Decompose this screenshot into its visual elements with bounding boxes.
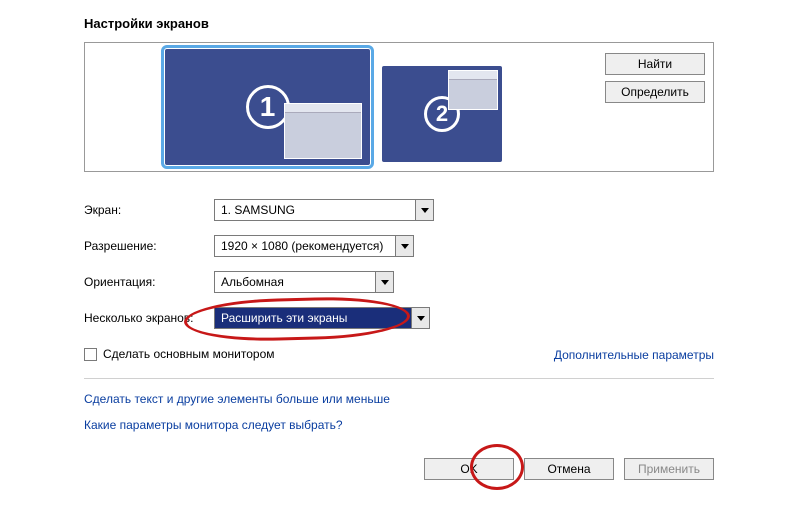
monitor-1[interactable]: 1	[165, 49, 370, 165]
chevron-down-icon	[411, 308, 429, 328]
cancel-button[interactable]: Отмена	[524, 458, 614, 480]
multiple-displays-label: Несколько экранов:	[84, 311, 214, 325]
monitor-help-link[interactable]: Какие параметры монитора следует выбрать…	[84, 418, 390, 432]
screen-select-value: 1. SAMSUNG	[215, 203, 415, 217]
make-primary-label: Сделать основным монитором	[103, 347, 275, 361]
orientation-select[interactable]: Альбомная	[214, 271, 394, 293]
ok-button[interactable]: OK	[424, 458, 514, 480]
orientation-label: Ориентация:	[84, 275, 214, 289]
settings-fields: Экран: 1. SAMSUNG Разрешение: 1920 × 108…	[84, 192, 714, 366]
screen-label: Экран:	[84, 203, 214, 217]
display-preview-area: 1 2 Найти Определить	[84, 42, 714, 172]
monitor-2[interactable]: 2	[382, 66, 502, 162]
orientation-select-value: Альбомная	[215, 275, 375, 289]
chevron-down-icon	[415, 200, 433, 220]
advanced-settings-link[interactable]: Дополнительные параметры	[554, 348, 714, 362]
find-button[interactable]: Найти	[605, 53, 705, 75]
text-size-link[interactable]: Сделать текст и другие элементы больше и…	[84, 392, 390, 406]
make-primary-checkbox[interactable]	[84, 348, 97, 361]
multiple-displays-select-value: Расширить эти экраны	[215, 311, 411, 325]
page-title: Настройки экранов	[84, 16, 209, 31]
apply-button[interactable]: Применить	[624, 458, 714, 480]
chevron-down-icon	[375, 272, 393, 292]
monitor-2-window-icon	[448, 70, 498, 110]
resolution-label: Разрешение:	[84, 239, 214, 253]
identify-button[interactable]: Определить	[605, 81, 705, 103]
divider	[84, 378, 714, 379]
resolution-select-value: 1920 × 1080 (рекомендуется)	[215, 239, 395, 253]
screen-select[interactable]: 1. SAMSUNG	[214, 199, 434, 221]
multiple-displays-select[interactable]: Расширить эти экраны	[214, 307, 430, 329]
monitor-1-number: 1	[246, 85, 290, 129]
monitor-1-window-icon	[284, 103, 362, 159]
chevron-down-icon	[395, 236, 413, 256]
resolution-select[interactable]: 1920 × 1080 (рекомендуется)	[214, 235, 414, 257]
